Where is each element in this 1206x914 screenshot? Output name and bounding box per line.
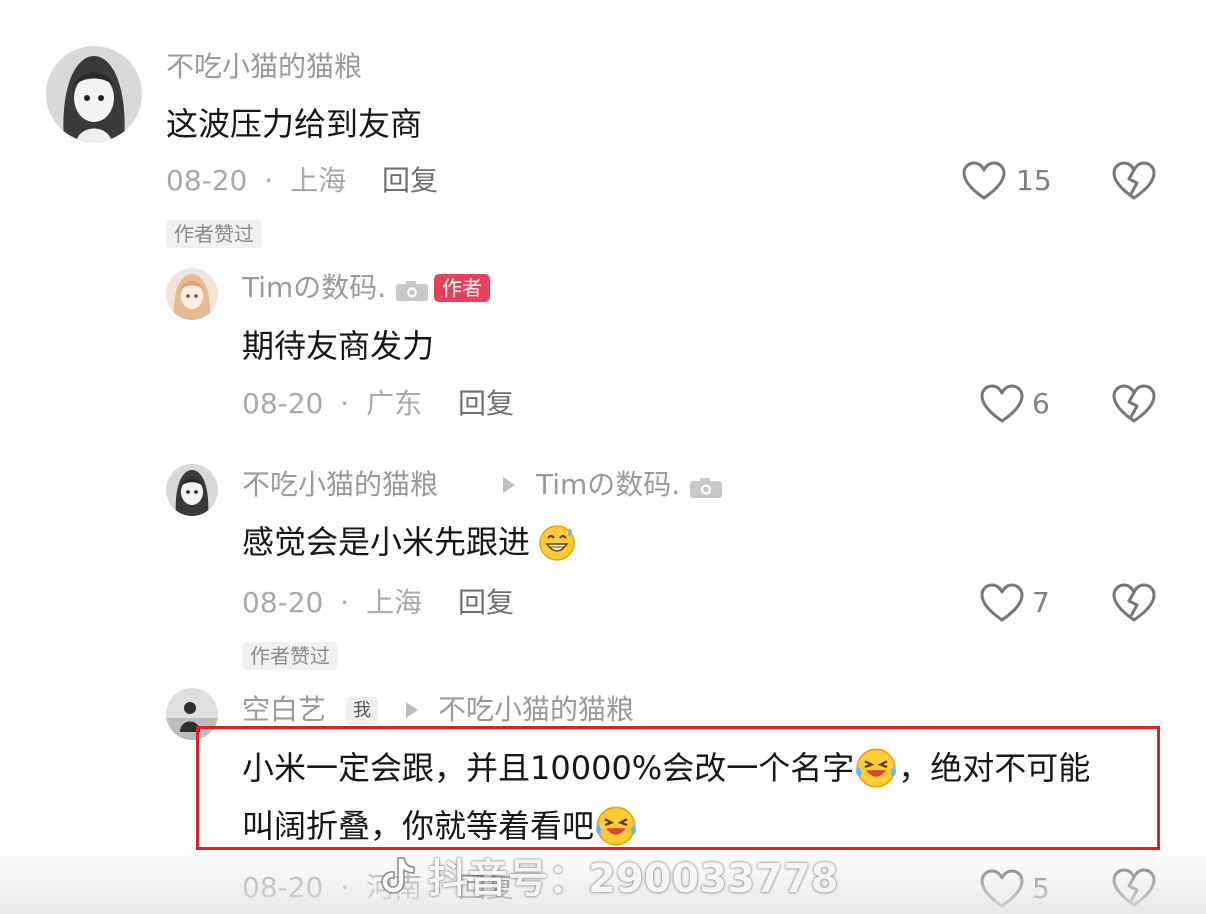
reply-arrow-icon — [406, 702, 418, 718]
comment-meta: 08-20 · 上海 — [242, 585, 422, 621]
heart-icon — [980, 583, 1024, 622]
like-button[interactable]: 15 — [962, 158, 1062, 204]
reply-arrow-icon — [503, 477, 515, 493]
reply-button[interactable]: 回复 — [382, 163, 438, 199]
comment-text: 期待友商发力 — [242, 327, 435, 365]
camera-icon — [689, 477, 723, 503]
meta-separator: · — [264, 164, 274, 197]
comment-location: 上海 — [366, 586, 423, 619]
watermark: 抖音号：290033778 — [428, 856, 839, 902]
comment-text-line-1: 小米一定会跟，并且10000%会改一个名字 ，绝对不可能 — [242, 746, 1090, 790]
dislike-icon[interactable] — [1112, 583, 1156, 623]
me-tag: 我 — [346, 697, 378, 725]
comment-date: 08-20 — [242, 387, 324, 420]
comment-location: 上海 — [290, 164, 347, 197]
reply-to-username[interactable]: Timの数码. — [536, 468, 680, 501]
heart-icon — [962, 161, 1006, 200]
comment-text: 小米一定会跟，并且10000%会改一个名字 — [242, 749, 855, 787]
username[interactable]: 不吃小猫的猫粮 — [242, 467, 438, 503]
like-count: 15 — [1016, 164, 1052, 197]
comment-text: ，绝对不可能 — [898, 749, 1091, 787]
reply-to-username[interactable]: 不吃小猫的猫粮 — [438, 692, 634, 728]
author-liked-badge: 作者赞过 — [242, 642, 338, 670]
heart-icon — [980, 384, 1024, 423]
author-liked-badge: 作者赞过 — [166, 220, 262, 248]
comment-meta: 08-20 · 广东 — [242, 386, 422, 422]
author-tag: 作者 — [434, 274, 490, 302]
comment-text-line: 感觉会是小米先跟进 — [242, 522, 577, 566]
username[interactable]: Timの数码. — [242, 271, 386, 304]
meta-separator: · — [340, 586, 350, 619]
camera-icon — [395, 280, 429, 306]
avatar[interactable] — [166, 268, 218, 320]
grin-sweat-emoji — [539, 525, 575, 561]
comment-text: 叫阔折叠，你就等着看吧 — [242, 807, 595, 845]
like-count: 7 — [1032, 586, 1050, 619]
douyin-logo-icon — [374, 852, 420, 902]
dislike-icon[interactable] — [1112, 384, 1156, 424]
meta-separator: · — [340, 387, 350, 420]
comment-text: 这波压力给到友商 — [166, 105, 423, 143]
comment-date: 08-20 — [166, 164, 248, 197]
laugh-cry-emoji — [856, 748, 897, 788]
dislike-icon[interactable] — [1112, 161, 1156, 201]
comment-text: 感觉会是小米先跟进 — [242, 523, 531, 561]
reply-to-line: Timの数码. — [536, 467, 723, 503]
comment-meta: 08-20 · 上海 — [166, 163, 346, 199]
username[interactable]: 空白艺 — [242, 692, 326, 728]
username[interactable]: 不吃小猫的猫粮 — [166, 49, 362, 85]
reply-button[interactable]: 回复 — [458, 386, 514, 422]
comment-location: 广东 — [366, 387, 423, 420]
like-button[interactable]: 7 — [980, 580, 1060, 626]
comment-date: 08-20 — [242, 586, 324, 619]
like-button[interactable]: 6 — [980, 381, 1060, 427]
comment-text-line-2: 叫阔折叠，你就等着看吧 — [242, 804, 638, 848]
avatar[interactable] — [166, 464, 218, 516]
avatar[interactable] — [46, 46, 142, 142]
reply-button[interactable]: 回复 — [458, 585, 514, 621]
like-count: 6 — [1032, 387, 1050, 420]
laugh-cry-emoji — [596, 806, 636, 846]
author-line: Timの数码. — [242, 270, 429, 306]
